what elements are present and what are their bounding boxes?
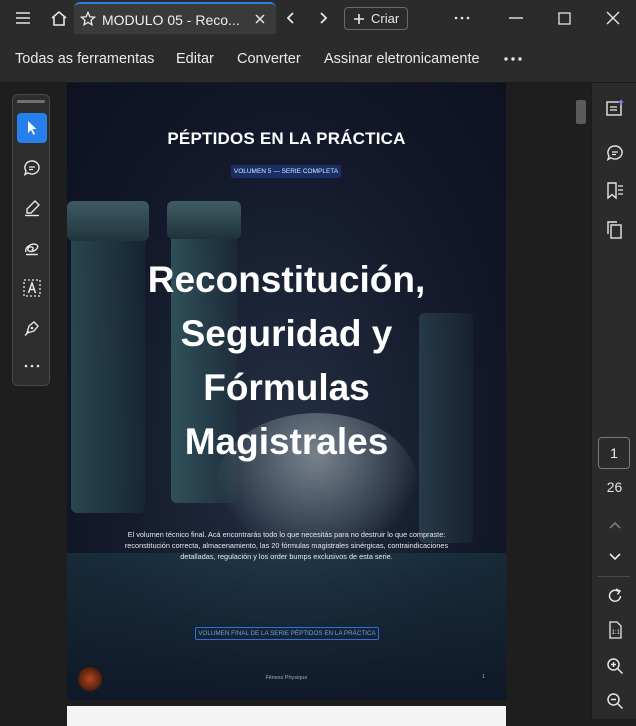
star-icon[interactable] [80,11,96,27]
plus-icon [353,13,365,25]
menu-convert[interactable]: Converter [237,51,301,67]
cover-title-line: Reconstitución, [147,259,426,300]
tab-scroll-left-icon[interactable] [280,0,302,36]
volume-badge: VOLUMEN 5 — SERIE COMPLETA [231,165,341,178]
comment-icon [605,143,625,163]
ai-assistant-icon [605,98,625,118]
fit-page-button[interactable]: 1:1 [603,618,627,642]
current-page-input[interactable]: 1 [598,437,630,469]
document-page: PÉPTIDOS EN LA PRÁCTICA VOLUMEN 5 — SERI… [67,83,506,700]
ai-assistant-button[interactable] [603,96,627,120]
ellipsis-icon [24,364,40,368]
menu-edit[interactable]: Editar [176,51,214,67]
footer-brand: Fitness Physique [265,675,308,681]
minimize-icon[interactable] [500,0,532,36]
title-bar: MODULO 05 - Reco... Criar [0,0,636,36]
create-button[interactable]: Criar [344,7,408,30]
comments-panel-button[interactable] [603,141,627,165]
zoom-in-icon [606,657,624,675]
pen-icon [23,199,41,217]
sign-tool[interactable] [17,313,47,343]
description-line: detalladas, regulación y los order bumps… [180,552,393,561]
quick-tools-panel [12,94,50,386]
vertical-scrollbar[interactable] [574,96,588,719]
close-window-icon[interactable] [597,0,629,36]
more-tools-button[interactable] [17,351,47,381]
rail-divider [598,576,630,577]
home-icon[interactable] [44,0,74,36]
zoom-in-button[interactable] [603,654,627,678]
footer-badge: VOLUMEN FINAL DE LA SERIE PÉPTIDOS EN LA… [195,627,379,640]
actual-size-icon: 1:1 [606,621,624,639]
cover-title-line: Seguridad y [180,313,393,354]
chevron-up-icon [608,520,622,530]
cover-description: El volumen técnico final. Acá encontrará… [87,529,486,562]
description-line: reconstitución correcta, almacenamiento,… [124,541,449,550]
document-tab[interactable]: MODULO 05 - Reco... [74,2,276,34]
rotate-button[interactable] [603,584,627,608]
vial-cap-image [167,201,241,239]
description-line: El volumen técnico final. Acá encontrará… [127,530,446,539]
scrollbar-thumb[interactable] [576,100,586,124]
comment-tool[interactable] [17,153,47,183]
chevron-down-icon [608,552,622,562]
freehand-icon [23,239,41,257]
next-page-preview [67,706,506,726]
comment-icon [23,159,41,177]
main-toolbar: Todas as ferramentas Editar Converter As… [0,36,636,83]
toolbar-more-icon[interactable] [503,57,523,61]
vial-cap-image [67,201,149,241]
text-select-tool[interactable] [17,273,47,303]
bookmark-icon [605,181,625,201]
more-options-icon[interactable] [448,0,476,36]
create-button-label: Criar [371,11,400,26]
text-box-icon [22,278,42,298]
close-tab-icon[interactable] [254,13,266,25]
copy-pages-icon [605,220,625,240]
select-tool[interactable] [17,113,47,143]
rotate-icon [606,587,624,605]
total-pages: 26 [606,479,623,495]
bookmarks-panel-button[interactable] [603,179,627,203]
zoom-out-icon [606,692,624,710]
cover-title-line: Magistrales [184,421,389,462]
svg-text:1:1: 1:1 [612,630,621,636]
hamburger-menu-icon[interactable] [8,0,38,36]
page-number: 1 [482,674,486,680]
highlight-tool[interactable] [17,193,47,223]
right-rail: 1 26 1:1 [591,83,636,719]
fountain-pen-icon [23,319,41,337]
panel-drag-handle[interactable] [17,100,45,103]
cursor-icon [25,120,39,136]
zoom-out-button[interactable] [603,689,627,713]
tab-scroll-right-icon[interactable] [312,0,334,36]
tab-title: MODULO 05 - Reco... [102,12,240,28]
previous-page-button[interactable] [603,513,627,537]
cover-title: Reconstitución, Seguridad y Fórmulas Mag… [67,253,506,469]
cover-title-line: Fórmulas [203,367,370,408]
next-page-button[interactable] [603,545,627,569]
draw-tool[interactable] [17,233,47,263]
menu-all-tools[interactable]: Todas as ferramentas [15,51,154,67]
cover-header: PÉPTIDOS EN LA PRÁCTICA [167,129,406,148]
maximize-icon[interactable] [548,0,580,36]
menu-e-sign[interactable]: Assinar eletronicamente [324,51,480,67]
pages-panel-button[interactable] [603,218,627,242]
